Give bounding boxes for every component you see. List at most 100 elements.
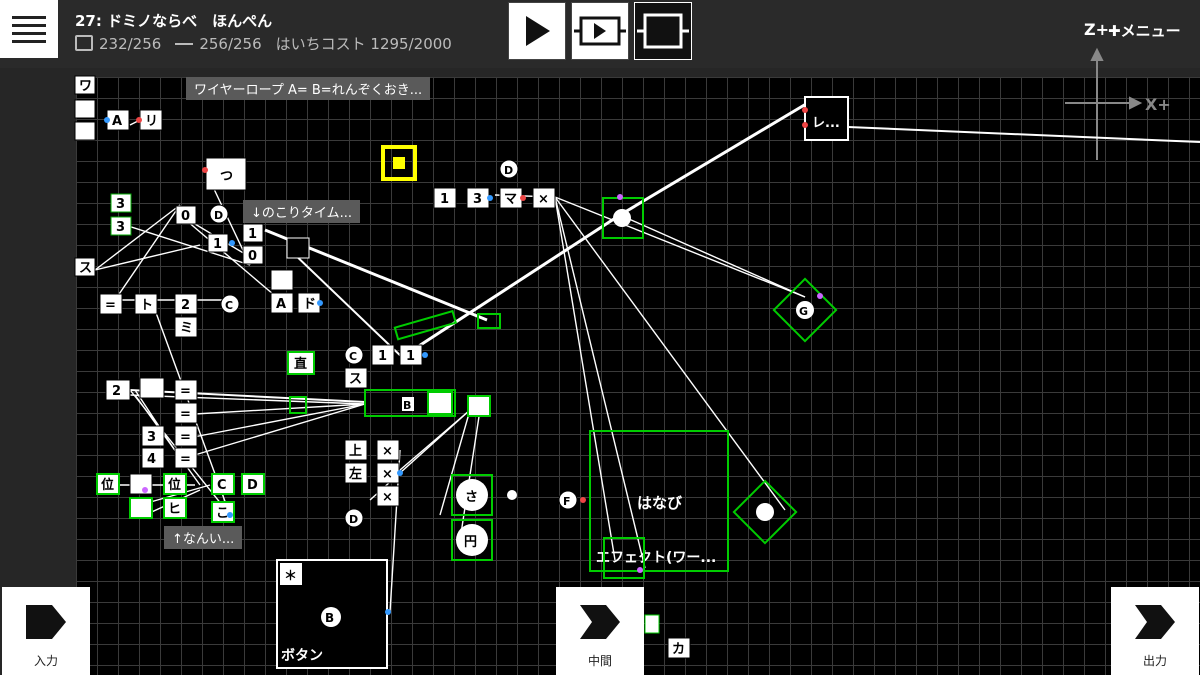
output-label: 出力 <box>1142 654 1167 668</box>
node-eq2[interactable]: = <box>174 379 198 401</box>
svg-text:3: 3 <box>116 220 125 235</box>
node-c1[interactable]: C <box>220 294 240 314</box>
node-1a[interactable]: 1 <box>207 233 229 253</box>
input-node[interactable] <box>74 121 96 141</box>
node-0b[interactable]: 0 <box>242 245 264 265</box>
green-slab[interactable] <box>393 309 458 341</box>
node-a[interactable]: A <box>106 109 130 131</box>
node-x4[interactable]: × <box>532 187 556 209</box>
green-node[interactable] <box>467 395 491 417</box>
x-axis-label: X+ <box>1145 95 1171 114</box>
chevron-right-icon <box>26 605 66 639</box>
cursor-marker-center <box>393 157 405 169</box>
node-d3[interactable]: D <box>344 508 364 528</box>
svg-text:×: × <box>382 444 393 459</box>
circuit-canvas[interactable]: X+ ワ A リ つ 3 3 0 D 1 1 0 ス = ト 2 ミ C A ド… <box>0 0 1200 675</box>
node-i[interactable]: 位 <box>96 473 120 495</box>
diamond-node[interactable] <box>732 479 798 545</box>
node-ko[interactable]: こ <box>211 501 235 523</box>
node-x1[interactable]: × <box>376 439 400 461</box>
node-ka[interactable]: カ <box>667 637 691 659</box>
node-3a[interactable]: 3 <box>110 193 132 213</box>
gate-node[interactable] <box>139 377 165 399</box>
node-3d[interactable]: 3 <box>466 187 490 209</box>
svg-text:左: 左 <box>349 466 362 482</box>
svg-text:0: 0 <box>248 249 257 264</box>
svg-text:3: 3 <box>473 192 482 207</box>
node-ue[interactable]: 上 <box>344 439 368 461</box>
svg-text:4: 4 <box>147 452 156 467</box>
node-d2[interactable]: D <box>241 473 265 495</box>
node-su2[interactable]: ス <box>344 367 368 389</box>
node-eq4[interactable]: = <box>174 425 198 447</box>
node-x2[interactable]: × <box>376 462 400 484</box>
node-3c[interactable]: 3 <box>141 425 165 447</box>
node-tsu[interactable]: つ <box>205 157 247 191</box>
node-2b[interactable]: 2 <box>105 379 131 401</box>
node-1d[interactable]: 1 <box>399 344 423 366</box>
green-node[interactable] <box>644 614 660 634</box>
input-button[interactable]: 入力 <box>2 587 90 675</box>
node-x3[interactable]: × <box>376 485 400 507</box>
input-node[interactable] <box>74 99 96 119</box>
node-ma[interactable]: マ <box>499 187 523 209</box>
output-pin[interactable] <box>507 490 517 500</box>
node-b[interactable]: B <box>402 397 414 412</box>
svg-text:=: = <box>180 430 191 445</box>
gate-node[interactable] <box>129 473 153 495</box>
node-2[interactable]: 2 <box>174 293 198 315</box>
svg-text:つ: つ <box>220 169 233 184</box>
svg-text:×: × <box>538 192 549 207</box>
svg-text:ド: ド <box>303 297 316 312</box>
node-hi[interactable]: ヒ <box>163 497 187 519</box>
node-i2[interactable]: 位 <box>163 473 187 495</box>
gate-node[interactable] <box>270 269 294 291</box>
svg-text:C: C <box>349 350 357 363</box>
node-su[interactable]: ス <box>74 257 96 277</box>
node-eq3[interactable]: = <box>174 402 198 424</box>
output-button[interactable]: 出力 <box>1111 587 1199 675</box>
green-node[interactable] <box>427 391 453 415</box>
node-a2[interactable]: A <box>270 292 294 314</box>
middle-button[interactable]: 中間 <box>556 587 644 675</box>
svg-text:円: 円 <box>464 535 477 550</box>
node-eq1[interactable]: = <box>99 293 123 315</box>
button-block[interactable]: ＊ B ボタン <box>276 559 388 669</box>
node-f[interactable]: F <box>558 490 578 510</box>
note-difficulty[interactable]: ↑なんい... <box>164 526 243 549</box>
hanabi-block[interactable]: はなび エフェクト(ワー... <box>589 430 729 572</box>
gate-node[interactable] <box>286 237 310 259</box>
svg-text:直: 直 <box>294 356 307 372</box>
svg-text:1: 1 <box>213 237 222 252</box>
nodes: ワ A リ つ 3 3 0 D 1 1 0 ス = ト 2 ミ C A ド 直 … <box>74 75 849 669</box>
node-wa[interactable]: ワ <box>74 75 96 95</box>
node-hidari[interactable]: 左 <box>344 462 368 484</box>
gate-node[interactable] <box>129 497 153 519</box>
svg-text:エフェクト(ワー...: エフェクト(ワー... <box>596 550 716 566</box>
node-ri[interactable]: リ <box>139 109 163 131</box>
svg-text:1: 1 <box>406 349 415 364</box>
note-time-left[interactable]: ↓のこりタイム... <box>243 200 361 223</box>
node-choku[interactable]: 直 <box>287 351 315 375</box>
node-do[interactable]: ド <box>297 292 321 314</box>
svg-text:D: D <box>349 513 358 526</box>
node-1b[interactable]: 1 <box>242 223 264 243</box>
node-to[interactable]: ト <box>134 293 158 315</box>
node-0[interactable]: 0 <box>175 205 197 225</box>
node-1e[interactable]: 1 <box>433 187 457 209</box>
node-3b[interactable]: 3 <box>110 216 132 236</box>
node-d1[interactable]: D <box>209 204 229 224</box>
node-4[interactable]: 4 <box>141 447 165 469</box>
node-c2[interactable]: C <box>211 473 235 495</box>
node-sa[interactable]: さ <box>456 479 488 511</box>
svg-text:2: 2 <box>181 298 190 313</box>
top-right-node[interactable]: レ... <box>804 96 849 141</box>
svg-text:F: F <box>563 495 571 508</box>
node-d4[interactable]: D <box>499 159 519 179</box>
node-en[interactable]: 円 <box>456 524 488 556</box>
node-c3[interactable]: C <box>344 345 364 365</box>
node-1c[interactable]: 1 <box>371 344 395 366</box>
note-wire-rope[interactable]: ワイヤーロープ A= B=れんぞくおき... <box>186 77 431 100</box>
node-eq5[interactable]: = <box>174 447 198 469</box>
node-mi[interactable]: ミ <box>174 316 198 338</box>
